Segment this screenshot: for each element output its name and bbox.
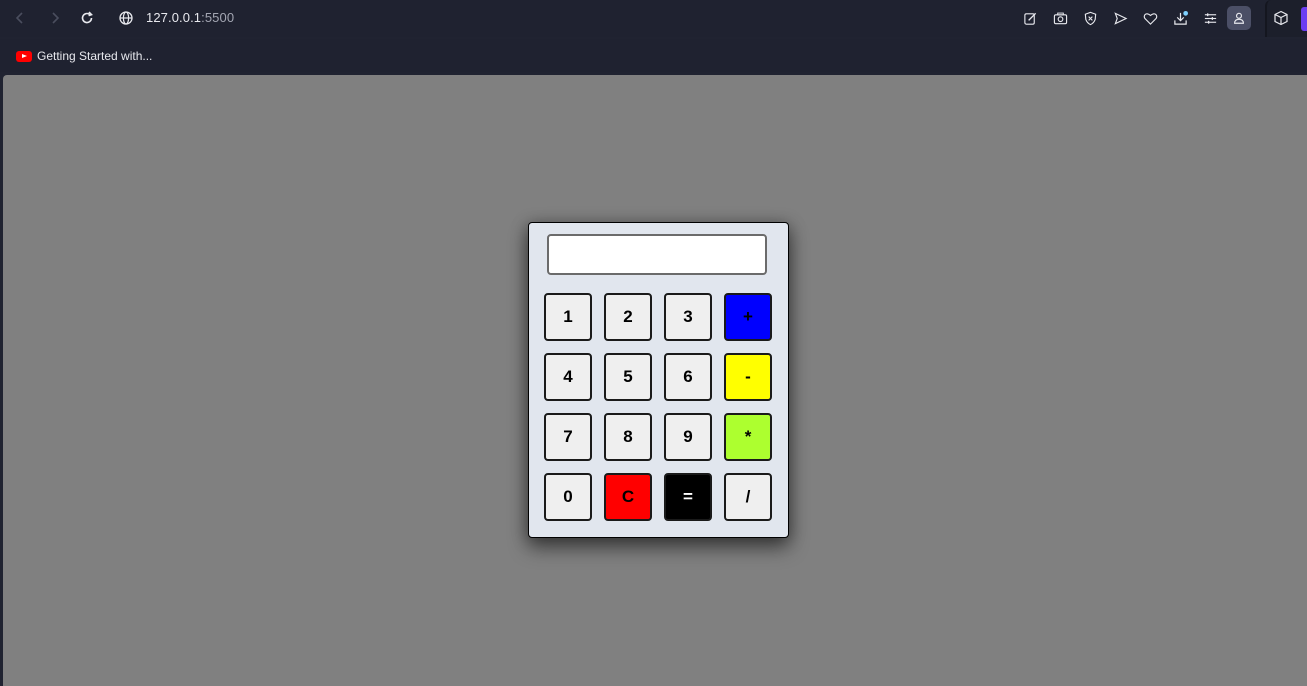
key-divide[interactable]: / [724,473,772,521]
key-5[interactable]: 5 [604,353,652,401]
cube-icon[interactable] [1273,10,1289,26]
screenshot-button[interactable] [1050,8,1070,28]
back-button[interactable] [10,8,30,28]
user-icon [1234,12,1244,24]
bookmark-label: Getting Started with... [37,49,153,63]
url-port: :5500 [201,10,235,25]
reload-icon [81,11,93,24]
shield-icon [1084,11,1096,25]
edit-button[interactable] [1020,8,1040,28]
bookmarks-bar: Getting Started with... [0,39,1307,72]
key-8[interactable]: 8 [604,413,652,461]
profile-button[interactable] [1227,6,1251,30]
key-equals[interactable]: = [664,473,712,521]
page-viewport: 1 2 3 + 4 5 6 - 7 8 9 * 0 C = / [3,75,1307,686]
site-info-button[interactable] [116,8,136,28]
heart-icon [1143,12,1157,25]
download-icon [1173,10,1188,25]
extension-edge[interactable] [1301,7,1307,31]
calculator-display[interactable] [547,234,767,275]
chevron-left-icon [15,12,23,24]
key-4[interactable]: 4 [544,353,592,401]
globe-icon [119,11,133,25]
key-6[interactable]: 6 [664,353,712,401]
youtube-icon [16,50,32,62]
forward-button[interactable] [45,8,65,28]
key-clear[interactable]: C [604,473,652,521]
send-button[interactable] [1110,8,1130,28]
camera-icon [1053,12,1067,24]
send-icon [1113,11,1127,25]
key-0[interactable]: 0 [544,473,592,521]
address-bar[interactable]: 127.0.0.1:5500 [146,10,234,25]
bookmark-item[interactable]: Getting Started with... [16,48,152,64]
browser-toolbar: 127.0.0.1:5500 [0,0,1307,37]
key-1[interactable]: 1 [544,293,592,341]
key-plus[interactable]: + [724,293,772,341]
calculator: 1 2 3 + 4 5 6 - 7 8 9 * 0 C = / [528,222,789,538]
reload-button[interactable] [77,8,97,28]
key-3[interactable]: 3 [664,293,712,341]
easy-setup-button[interactable] [1200,8,1220,28]
key-multiply[interactable]: * [724,413,772,461]
edit-icon [1023,12,1036,25]
shield-button[interactable] [1080,8,1100,28]
favorites-button[interactable] [1140,8,1160,28]
key-9[interactable]: 9 [664,413,712,461]
chevron-right-icon [52,12,60,24]
key-7[interactable]: 7 [544,413,592,461]
downloads-button[interactable] [1170,8,1190,28]
sliders-icon [1204,12,1216,24]
key-minus[interactable]: - [724,353,772,401]
key-2[interactable]: 2 [604,293,652,341]
url-host: 127.0.0.1 [146,10,202,25]
